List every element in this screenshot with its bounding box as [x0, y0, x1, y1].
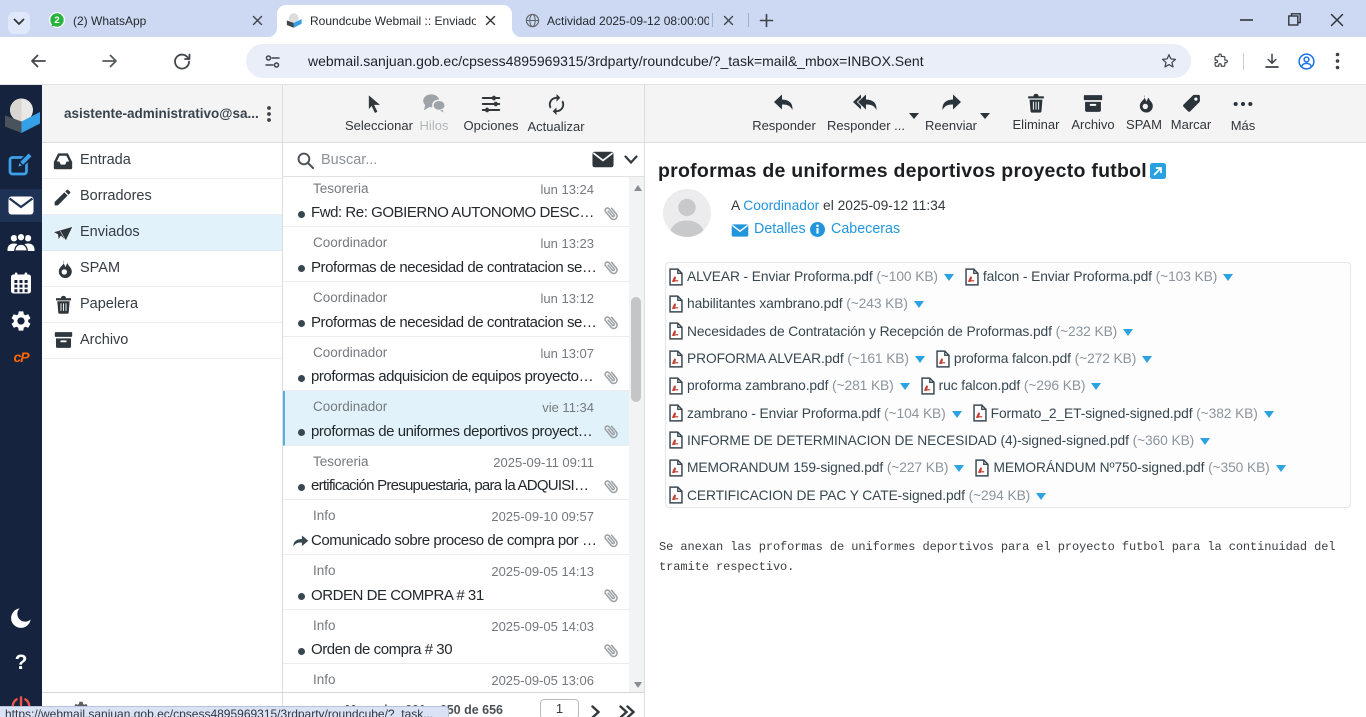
svg-text:2: 2: [54, 15, 59, 26]
